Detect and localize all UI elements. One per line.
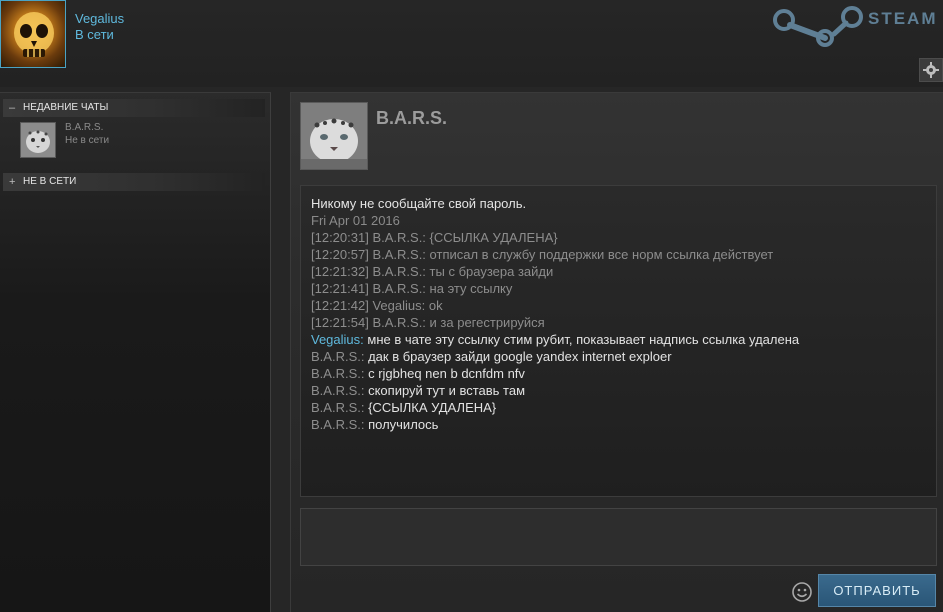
settings-button[interactable]	[919, 58, 943, 82]
message-sender: Vegalius:	[311, 332, 364, 347]
history-message: [12:21:41] B.A.R.S.: на эту ссылку	[311, 281, 513, 296]
friend-status: Не в сети	[65, 135, 110, 146]
chat-message: B.A.R.S.: c rjgbheq nen b dcnfdm nfv	[311, 365, 936, 382]
chat-panel: B.A.R.S. Никому не сообщайте свой пароль…	[290, 92, 943, 612]
user-name[interactable]: Vegalius	[75, 11, 124, 26]
group-offline[interactable]: + НЕ В СЕТИ	[3, 173, 265, 191]
security-warning: Никому не сообщайте свой пароль.	[311, 196, 527, 211]
message-sender: B.A.R.S.:	[311, 349, 365, 364]
friend-name: B.A.R.S.	[65, 122, 104, 133]
friend-item-bars[interactable]: B.A.R.S. Не в сети	[20, 122, 260, 160]
history-message: [12:21:42] Vegalius: ok	[311, 298, 443, 313]
message-text: мне в чате эту ссылку стим рубит, показы…	[367, 332, 800, 347]
history-message: [12:21:54] B.A.R.S.: и за регестрируйся	[311, 315, 545, 330]
message-input-box[interactable]	[300, 508, 937, 566]
chat-log: Никому не сообщайте свой пароль. Fri Apr…	[300, 185, 937, 497]
chat-message: B.A.R.S.: получилось	[311, 416, 936, 433]
history-message: [12:21:32] B.A.R.S.: ты с браузера зайди	[311, 264, 554, 279]
collapse-icon: –	[9, 102, 16, 114]
emoticon-icon[interactable]	[791, 581, 813, 603]
chat-title: B.A.R.S.	[376, 108, 448, 128]
steam-logo-text: STEAM	[868, 9, 938, 28]
chat-message: Vegalius: мне в чате эту ссылку стим руб…	[311, 331, 936, 348]
message-text: c rjgbheq nen b dcnfdm nfv	[368, 366, 525, 381]
chat-message: B.A.R.S.: скопируй тут и вставь там	[311, 382, 936, 399]
message-sender: B.A.R.S.:	[311, 400, 365, 415]
message-input[interactable]	[301, 509, 936, 565]
message-text: получилось	[368, 417, 439, 432]
user-status[interactable]: В сети	[75, 27, 114, 42]
expand-icon: +	[9, 176, 16, 188]
chat-message: B.A.R.S.: дак в браузер зайди google yan…	[311, 348, 936, 365]
group-label: НЕ В СЕТИ	[23, 176, 77, 187]
chat-partner-avatar[interactable]	[300, 102, 368, 170]
send-button[interactable]: ОТПРАВИТЬ	[818, 574, 936, 607]
user-avatar[interactable]	[0, 0, 66, 68]
message-text: скопируй тут и вставь там	[368, 383, 526, 398]
history-date: Fri Apr 01 2016	[311, 213, 400, 228]
history-message: [12:20:57] B.A.R.S.: отписал в службу по…	[311, 247, 774, 262]
chat-message: B.A.R.S.: {ССЫЛКА УДАЛЕНА}	[311, 399, 936, 416]
friends-panel: – НЕДАВНИЕ ЧАТЫ + НЕ В СЕТИ	[0, 92, 271, 612]
message-sender: B.A.R.S.:	[311, 417, 365, 432]
top-bar: Vegalius В сети STEAM	[0, 0, 943, 87]
group-label: НЕДАВНИЕ ЧАТЫ	[23, 102, 109, 113]
message-text: дак в браузер зайди google yandex intern…	[368, 349, 672, 364]
friend-avatar	[20, 122, 56, 158]
message-sender: B.A.R.S.:	[311, 366, 365, 381]
message-sender: B.A.R.S.:	[311, 383, 365, 398]
history-message: [12:20:31] B.A.R.S.: {ССЫЛКА УДАЛЕНА}	[311, 230, 558, 245]
group-recent-chats[interactable]: – НЕДАВНИЕ ЧАТЫ	[3, 99, 265, 117]
gear-icon	[923, 62, 939, 78]
message-text: {ССЫЛКА УДАЛЕНА}	[368, 400, 497, 415]
